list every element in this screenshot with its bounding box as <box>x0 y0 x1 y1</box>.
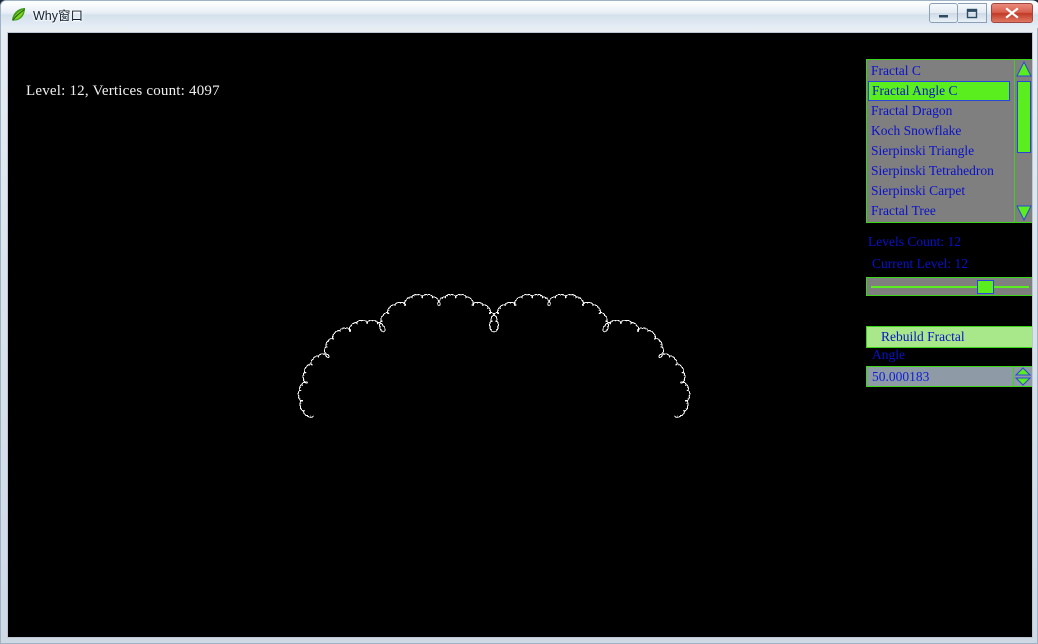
title-bar[interactable]: Why窗口 <box>1 1 1038 28</box>
status-overlay-text: Level: 12, Vertices count: 4097 <box>26 83 220 99</box>
level-slider[interactable] <box>866 277 1032 296</box>
application-window: Why窗口 Level: 12, Vertices count: 4097 Fr… <box>0 0 1038 644</box>
listbox-scrollbar[interactable] <box>1014 60 1032 222</box>
scroll-down-arrow-icon[interactable] <box>1015 203 1032 222</box>
list-item[interactable]: Sierpinski Tetrahedron <box>868 161 1014 181</box>
list-item[interactable]: Koch Snowflake <box>868 121 1014 141</box>
maximize-button[interactable] <box>958 3 987 23</box>
list-item[interactable]: Sierpinski Carpet <box>868 181 1014 201</box>
spinner-buttons[interactable] <box>1013 367 1032 386</box>
slider-thumb[interactable] <box>977 280 994 294</box>
angle-input[interactable]: 50.000183 <box>867 367 1013 386</box>
spinner-up-icon <box>1014 367 1032 386</box>
window-title: Why窗口 <box>33 9 84 23</box>
levels-count-label: Levels Count: 12 <box>868 234 961 249</box>
scrollbar-thumb[interactable] <box>1017 81 1031 153</box>
scroll-up-arrow-icon[interactable] <box>1015 60 1032 79</box>
list-item-selected[interactable]: Fractal Angle C <box>868 81 1010 101</box>
close-button[interactable] <box>991 3 1033 23</box>
list-item[interactable]: Fractal C <box>868 61 1014 81</box>
fractal-type-listbox[interactable]: Fractal C Fractal Angle C Fractal Dragon… <box>866 59 1032 223</box>
control-panel: Fractal Type Fractal C Fractal Angle C F… <box>860 41 1032 431</box>
angle-spinner[interactable]: 50.000183 <box>866 366 1032 387</box>
current-level-label: Current Level: 12 <box>872 256 968 271</box>
angle-label: Angle <box>872 347 905 362</box>
fractal-type-list-items[interactable]: Fractal C Fractal Angle C Fractal Dragon… <box>867 60 1014 222</box>
list-item[interactable]: Fractal Tree <box>868 201 1014 221</box>
list-item[interactable]: Fractal Dragon <box>868 101 1014 121</box>
list-item[interactable]: Sierpinski Triangle <box>868 141 1014 161</box>
render-canvas[interactable]: Level: 12, Vertices count: 4097 Fractal … <box>7 32 1033 638</box>
leaf-app-icon <box>10 6 27 23</box>
rebuild-fractal-button[interactable]: Rebuild Fractal <box>866 326 1032 348</box>
minimize-button[interactable] <box>929 3 958 23</box>
slider-track <box>871 286 1029 288</box>
